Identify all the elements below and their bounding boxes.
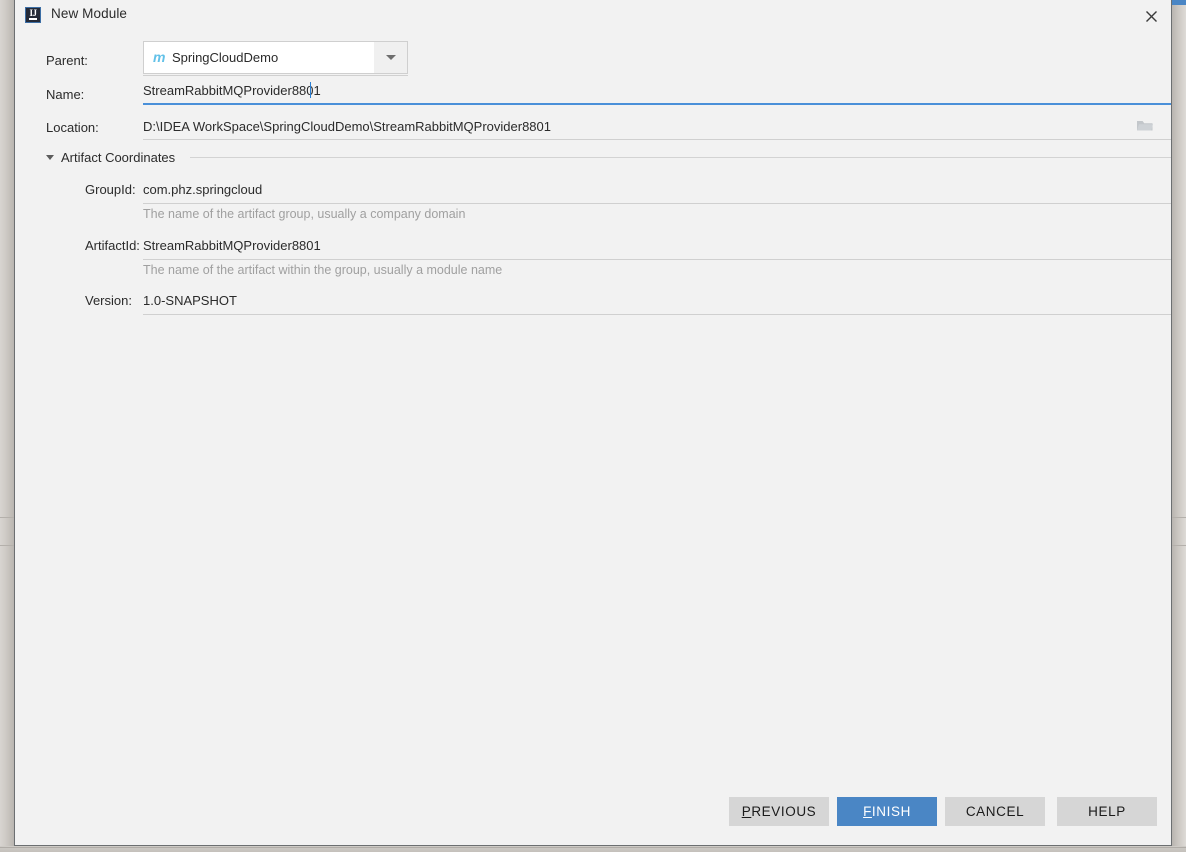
intellij-idea-icon: IJ [25,7,41,23]
artifactid-field-underline [143,259,1171,260]
background-accent-bar [1172,0,1186,5]
artifactid-input[interactable]: StreamRabbitMQProvider8801 [143,238,321,253]
background-window-left-edge [0,0,14,852]
previous-mnemonic: P [741,804,752,819]
artifact-coordinates-section-toggle[interactable]: Artifact Coordinates [46,150,175,165]
module-form: Parent: m SpringCloudDemo Name: Location… [15,31,1171,791]
version-input[interactable]: 1.0-SNAPSHOT [143,293,237,308]
cancel-label: CANCEL [965,804,1025,819]
new-module-dialog: IJ New Module Parent: m SpringCloudDemo … [14,0,1172,846]
background-window-right-edge [1172,0,1186,852]
name-field-focus-underline [143,103,1171,105]
artifact-coordinates-title: Artifact Coordinates [61,150,176,165]
groupid-input[interactable]: com.phz.springcloud [143,182,262,197]
background-bottom-divider [0,847,1186,848]
location-label: Location: [46,120,99,135]
dialog-title: New Module [51,6,128,21]
previous-label: REVIOUS [751,804,817,819]
section-divider [190,157,1171,158]
groupid-field-underline [143,203,1171,204]
parent-dropdown[interactable]: m SpringCloudDemo [143,41,408,74]
dialog-footer: P REVIOUS F INISH CANCEL HELP [15,791,1171,845]
parent-selected-value: SpringCloudDemo [171,49,279,65]
cancel-button[interactable]: CANCEL [945,797,1045,826]
triangle-down-icon [46,155,54,160]
finish-label: INISH [871,804,911,819]
artifactid-label: ArtifactId: [85,238,140,253]
finish-button[interactable]: F INISH [837,797,937,826]
text-caret [310,82,311,98]
finish-mnemonic: F [863,804,872,819]
previous-button[interactable]: P REVIOUS [729,797,829,826]
location-field-underline [143,139,1171,140]
close-icon[interactable] [1137,3,1165,29]
help-button[interactable]: HELP [1057,797,1157,826]
version-field-underline [143,314,1171,315]
parent-selected-value-group: m SpringCloudDemo [153,49,278,65]
name-input[interactable] [143,83,1155,98]
name-label: Name: [46,87,85,102]
parent-field-underline [143,75,408,76]
artifactid-hint-text: The name of the artifact within the grou… [143,263,503,277]
chevron-down-icon [385,55,396,60]
location-input[interactable]: D:\IDEA WorkSpace\SpringCloudDemo\Stream… [143,119,551,134]
maven-module-icon: m [153,49,165,65]
groupid-hint-text: The name of the artifact group, usually … [143,207,466,221]
help-label: HELP [1088,804,1126,819]
parent-label: Parent: [46,53,88,68]
dialog-titlebar: IJ New Module [15,0,1171,31]
folder-icon[interactable] [1135,116,1155,134]
version-label: Version: [85,293,132,308]
groupid-label: GroupId: [85,182,136,197]
parent-dropdown-arrow-button[interactable] [374,42,407,73]
